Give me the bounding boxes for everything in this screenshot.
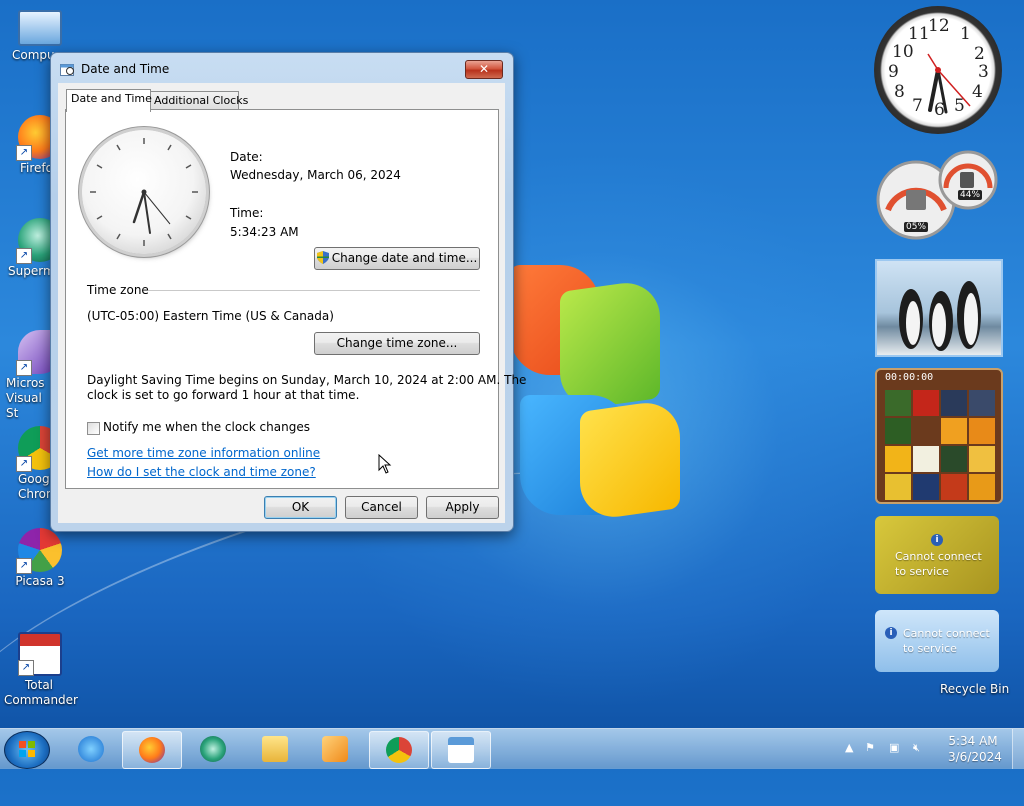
desktop-icon-label: Picasa 3 [15,574,65,588]
time-value: 5:34:23 AM [230,225,299,239]
windows-logo [500,255,680,525]
time-zone-heading: Time zone [87,283,149,297]
internet-explorer-icon [78,736,104,762]
chrome-icon [386,737,412,763]
dst-notice-line-1: Daylight Saving Time begins on Sunday, M… [87,373,527,387]
apply-button[interactable]: Apply [426,496,499,519]
feed-headlines-gadget[interactable]: i Cannot connect to service [875,610,999,672]
network-icon[interactable]: ▣ [889,741,899,754]
date-time-icon [60,64,74,76]
analog-clock-face [90,138,198,246]
puzzle-grid [877,386,1001,504]
memory-usage-value: 44% [958,190,983,200]
penguins-photo [899,281,981,351]
folder-icon [262,736,288,762]
taskbar-file-explorer[interactable] [246,731,304,767]
tab-date-and-time[interactable]: Date and Time [66,89,152,112]
slideshow-gadget[interactable] [875,259,1003,357]
firefox-icon [139,737,165,763]
desktop-icon-recycle-bin[interactable]: Recycle Bin [940,682,1009,696]
taskbar-supermium[interactable] [184,731,242,767]
date-and-time-dialog: Date and Time ✕ Date and Time Additional… [50,52,526,532]
cpu-meter-dials [876,150,998,240]
puzzle-timer: 00:00:00 [885,372,934,383]
time-zone-value: (UTC-05:00) Eastern Time (US & Canada) [87,309,334,323]
calendar-clock-icon [448,737,474,763]
cpu-meter-gadget[interactable]: 05% 44% [874,150,1002,240]
dst-notice-line-2: clock is set to go forward 1 hour at tha… [87,388,360,402]
time-label: Time: [230,206,264,220]
desktop-icon-total-commander[interactable]: ↗ Total Commander [0,632,80,708]
supermium-icon [200,736,226,762]
show-hidden-icons-icon[interactable]: ▲ [845,741,853,754]
media-player-icon [322,736,348,762]
taskbar-time: 5:34 AM [948,734,998,748]
system-tray: ▲ ⚑ ▣ 🔇︎ [845,741,935,757]
mouse-cursor-icon [378,454,392,474]
change-date-and-time-button[interactable]: Change date and time... [314,247,480,270]
uac-shield-icon [316,251,329,264]
start-button[interactable] [4,731,50,769]
show-desktop-button[interactable] [1012,729,1024,769]
cpu-usage-value: 05% [904,222,929,232]
info-icon: i [885,627,897,639]
date-label: Date: [230,150,263,164]
desktop-icon-label: Micros Visual St [6,376,45,420]
taskbar-chrome[interactable] [369,731,429,769]
tab-additional-clocks[interactable]: Additional Clocks [149,91,248,111]
how-to-set-clock-link[interactable]: How do I set the clock and time zone? [87,465,316,479]
taskbar-clock[interactable]: 5:34 AM 3/6/2024 [948,733,1002,765]
notify-checkbox[interactable] [87,422,100,435]
picasa-icon: ↗ [16,528,62,574]
weather-error-text: Cannot connect to service [895,550,982,578]
volume-muted-icon[interactable]: 🔇︎ [913,741,920,755]
clock-gadget-hands [927,53,971,114]
cancel-button[interactable]: Cancel [345,496,418,519]
close-button[interactable]: ✕ [465,60,503,79]
change-time-zone-button[interactable]: Change time zone... [314,332,480,355]
computer-icon [18,10,62,46]
clock-gadget[interactable]: 12 1 2 3 4 5 6 7 8 9 10 11 [874,6,1002,134]
analog-clock [82,130,206,254]
ok-button[interactable]: OK [264,496,337,519]
taskbar: ▲ ⚑ ▣ 🔇︎ 5:34 AM 3/6/2024 [0,728,1024,769]
taskbar-media-player[interactable] [306,731,364,767]
time-zone-divider [148,290,480,291]
desktop-icon-picasa[interactable]: ↗ Picasa 3 [0,528,80,589]
title-bar[interactable]: Date and Time ✕ [51,53,513,83]
notify-checkbox-label[interactable]: Notify me when the clock changes [103,420,310,434]
change-date-and-time-label: Change date and time... [331,251,478,265]
weather-gadget[interactable]: i Cannot connect to service [875,516,999,594]
time-zone-info-link[interactable]: Get more time zone information online [87,446,320,460]
picture-puzzle-gadget[interactable]: 00:00:00 [875,368,1003,504]
floppy-disk-icon: ↗ [18,632,62,676]
dialog-client-area: Date and Time Additional Clocks Date: We… [58,83,526,523]
info-icon: i [931,534,943,546]
taskbar-firefox[interactable] [122,731,182,769]
taskbar-internet-explorer[interactable] [62,731,120,767]
taskbar-date-time-control-panel[interactable] [431,731,491,769]
tab-panel: Date: Wednesday, March 06, 2024 Time: 5:… [65,109,526,489]
date-value: Wednesday, March 06, 2024 [230,168,401,182]
action-center-flag-icon[interactable]: ⚑ [865,741,875,754]
windows-start-icon [19,741,35,757]
dialog-title: Date and Time [81,62,170,76]
taskbar-date: 3/6/2024 [948,750,1002,764]
desktop-icon-label: Total Commander [4,678,78,707]
feed-error-text: Cannot connect to service [903,627,990,655]
